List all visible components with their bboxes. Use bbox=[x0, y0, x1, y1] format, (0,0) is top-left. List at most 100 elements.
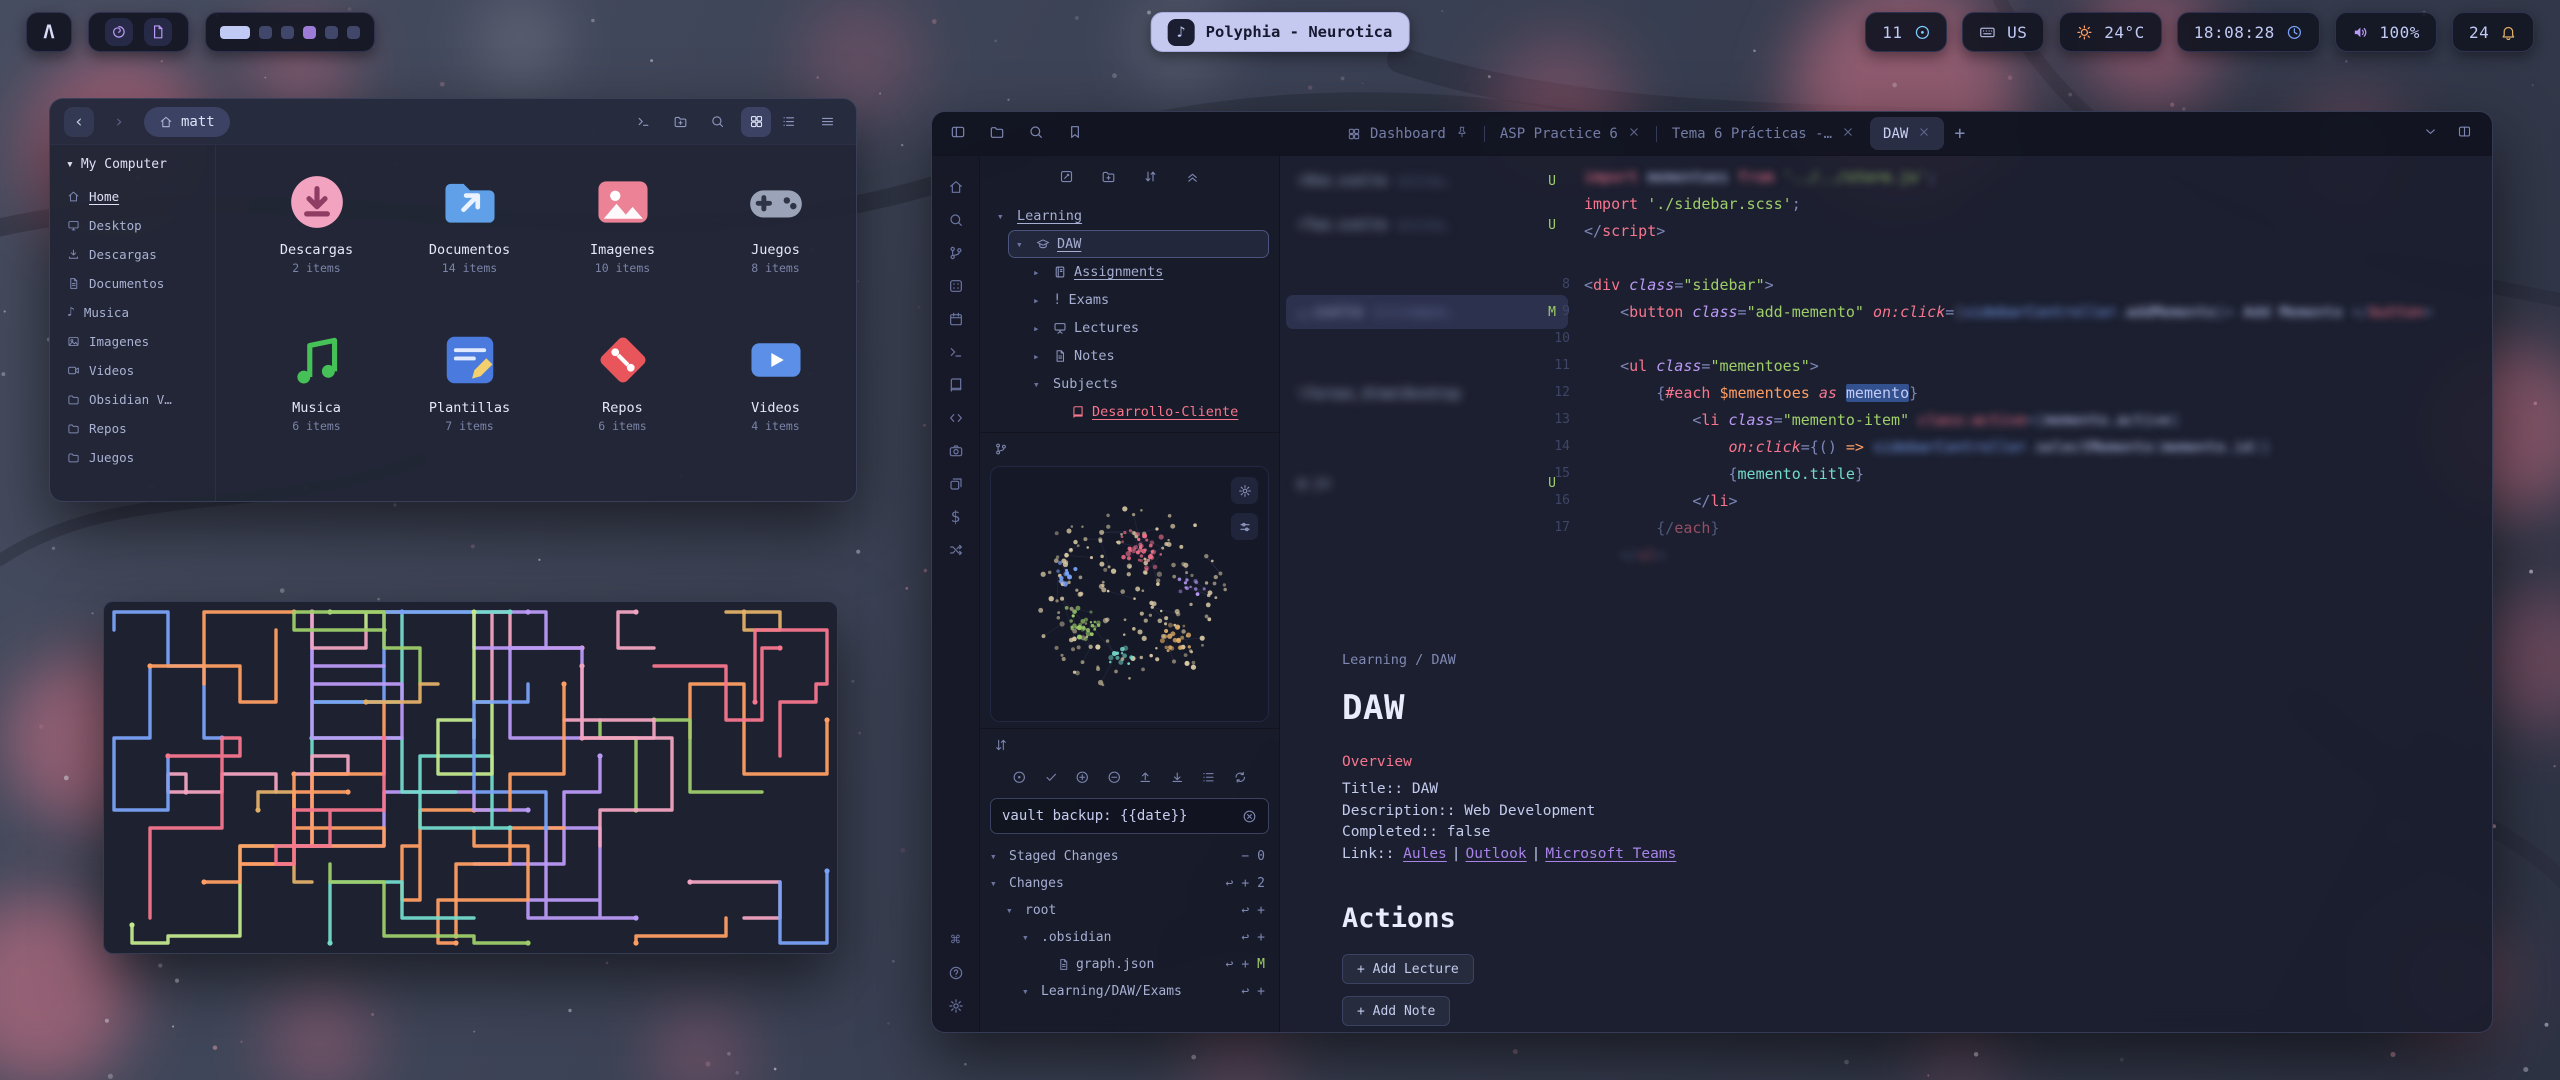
git-download-button[interactable] bbox=[1170, 770, 1185, 789]
volume-module[interactable]: 100% bbox=[2335, 12, 2437, 52]
git-row-actions[interactable]: ↩+ bbox=[1241, 984, 1265, 999]
new-tab-button[interactable]: + bbox=[1944, 123, 1975, 144]
ribbon-search-button[interactable] bbox=[932, 203, 979, 236]
sidebar-item-obsidianv[interactable]: Obsidian V… bbox=[58, 385, 207, 414]
weather-module[interactable]: 24°C bbox=[2059, 12, 2161, 52]
ribbon-code-button[interactable] bbox=[932, 401, 979, 434]
git-row-actions[interactable]: ↩+ bbox=[1241, 903, 1265, 918]
ribbon-dollar-button[interactable]: $ bbox=[932, 500, 979, 533]
folder-repos[interactable]: Repos6 items bbox=[546, 317, 699, 475]
git-refresh-button[interactable] bbox=[1233, 770, 1248, 789]
git-row-root[interactable]: ▾root↩+ bbox=[990, 897, 1269, 924]
tab-tema-6-pr-cticas-[interactable]: Tema 6 Prácticas -… bbox=[1659, 117, 1868, 150]
git-plus-action[interactable]: + bbox=[1257, 984, 1265, 999]
keyboard-layout-module[interactable]: US bbox=[1962, 12, 2044, 52]
git-plus-action[interactable]: + bbox=[1241, 876, 1249, 891]
file-button[interactable] bbox=[144, 18, 172, 46]
clock-module[interactable]: 18:08:28 bbox=[2177, 12, 2320, 52]
git-row-actions[interactable]: ↩+M bbox=[1226, 957, 1265, 972]
ribbon-cards-button[interactable] bbox=[932, 467, 979, 500]
git-upload-button[interactable] bbox=[1138, 770, 1153, 789]
ribbon-command-button[interactable]: ⌘ bbox=[932, 923, 979, 956]
git-plus-action[interactable]: + bbox=[1257, 903, 1265, 918]
git-row-actions[interactable]: ↩+2 bbox=[1226, 876, 1265, 891]
ribbon-camera-button[interactable] bbox=[932, 434, 979, 467]
close-icon[interactable] bbox=[1841, 125, 1855, 142]
panel-left-button[interactable] bbox=[950, 124, 966, 144]
folder-plus-button[interactable] bbox=[1101, 169, 1116, 188]
workspace-indicator[interactable] bbox=[205, 12, 375, 52]
git-undo-action[interactable]: ↩ bbox=[1241, 984, 1249, 999]
sidebar-item-documentos[interactable]: Documentos bbox=[58, 269, 207, 298]
menu-button[interactable] bbox=[812, 107, 842, 137]
git-list-button[interactable] bbox=[1201, 770, 1216, 789]
search-button[interactable] bbox=[702, 107, 732, 137]
ribbon-dice-button[interactable] bbox=[932, 269, 979, 302]
git-undo-action[interactable]: ↩ bbox=[1226, 957, 1234, 972]
git-plus-action[interactable]: + bbox=[1257, 930, 1265, 945]
bookmark-button[interactable] bbox=[1067, 124, 1083, 144]
workspace-4[interactable] bbox=[303, 26, 316, 39]
git-undo-action[interactable]: ↩ bbox=[1241, 903, 1249, 918]
breadcrumb[interactable]: matt bbox=[144, 107, 230, 137]
tab-daw[interactable]: DAW bbox=[1870, 117, 1944, 150]
git-row-actions[interactable]: −0 bbox=[1241, 849, 1265, 864]
tree-item-notes[interactable]: ▸Notes bbox=[1026, 342, 1269, 370]
workspace-1[interactable] bbox=[220, 26, 250, 39]
folder-documentos[interactable]: Documentos14 items bbox=[393, 159, 546, 317]
tree-item-lectures[interactable]: ▸Lectures bbox=[1026, 314, 1269, 342]
tab-asp-practice-6[interactable]: ASP Practice 6 bbox=[1487, 117, 1654, 150]
workspace-3[interactable] bbox=[281, 26, 294, 39]
clear-input-icon[interactable] bbox=[1242, 809, 1257, 824]
link-outlook[interactable]: Outlook bbox=[1466, 846, 1527, 862]
graph-view[interactable] bbox=[991, 467, 1269, 721]
git-row-learning-daw-exams[interactable]: ▾Learning/DAW/Exams↩+ bbox=[990, 978, 1269, 1005]
forward-button[interactable]: › bbox=[104, 107, 134, 137]
list-view-button[interactable] bbox=[773, 107, 803, 137]
folder-button[interactable] bbox=[989, 124, 1005, 144]
tree-item-exams[interactable]: ▸!Exams bbox=[1026, 286, 1269, 314]
git-row-staged-changes[interactable]: ▾Staged Changes−0 bbox=[990, 843, 1269, 870]
sidebar-item-videos[interactable]: Videos bbox=[58, 356, 207, 385]
graph-sliders-button[interactable] bbox=[1231, 513, 1258, 540]
folder-plantillas[interactable]: Plantillas7 items bbox=[393, 317, 546, 475]
terminal-button[interactable] bbox=[628, 107, 658, 137]
ribbon-shuffle-button[interactable] bbox=[932, 533, 979, 566]
link-aules[interactable]: Aules bbox=[1403, 846, 1447, 862]
sidebar-item-imagenes[interactable]: Imagenes bbox=[58, 327, 207, 356]
ribbon-git-branch-button[interactable] bbox=[932, 236, 979, 269]
add-note-button[interactable]: + Add Note bbox=[1342, 996, 1450, 1026]
local-graph-pane[interactable] bbox=[990, 466, 1269, 722]
folder-videos[interactable]: Videos4 items bbox=[699, 317, 852, 475]
git-undo-action[interactable]: ↩ bbox=[1241, 930, 1249, 945]
graph-gear-button[interactable] bbox=[1231, 477, 1258, 504]
sidebar-item-musica[interactable]: ♪Musica bbox=[58, 298, 207, 327]
close-icon[interactable] bbox=[1627, 125, 1641, 142]
close-icon[interactable] bbox=[1917, 125, 1931, 142]
search-button[interactable] bbox=[1028, 124, 1044, 144]
folder-musica[interactable]: Musica6 items bbox=[240, 317, 393, 475]
tree-item-daw[interactable]: ▾DAW bbox=[1008, 230, 1269, 258]
split-button[interactable] bbox=[2457, 124, 2472, 143]
git-undo-action[interactable]: ↩ bbox=[1226, 876, 1234, 891]
git-pane-header[interactable] bbox=[980, 728, 1279, 760]
workspace-2[interactable] bbox=[259, 26, 272, 39]
launcher-button[interactable]: Λ bbox=[26, 12, 72, 52]
ribbon-gear-button[interactable] bbox=[932, 989, 979, 1022]
pin-icon[interactable] bbox=[1455, 125, 1469, 142]
updates-module[interactable]: 11 bbox=[1865, 12, 1947, 52]
tab-dashboard[interactable]: Dashboard bbox=[1334, 117, 1482, 150]
git-dot-circle-button[interactable] bbox=[1012, 770, 1027, 789]
ribbon-calendar-button[interactable] bbox=[932, 302, 979, 335]
git-row-graph-json[interactable]: graph.json↩+M bbox=[990, 951, 1269, 978]
git-check-button[interactable] bbox=[1044, 770, 1059, 789]
file-manager-titlebar[interactable]: ‹ › matt bbox=[50, 99, 856, 145]
tree-item-desarrollo-cliente[interactable]: Desarrollo-Cliente bbox=[1044, 398, 1269, 426]
sidebar-item-juegos[interactable]: Juegos bbox=[58, 443, 207, 472]
git-row--obsidian[interactable]: ▾.obsidian↩+ bbox=[990, 924, 1269, 951]
swirl-button[interactable] bbox=[105, 18, 133, 46]
folder-juegos[interactable]: Juegos8 items bbox=[699, 159, 852, 317]
workspace-6[interactable] bbox=[347, 26, 360, 39]
chevron-down-button[interactable] bbox=[2423, 124, 2438, 143]
tree-item-assignments[interactable]: ▸Assignments bbox=[1026, 258, 1269, 286]
